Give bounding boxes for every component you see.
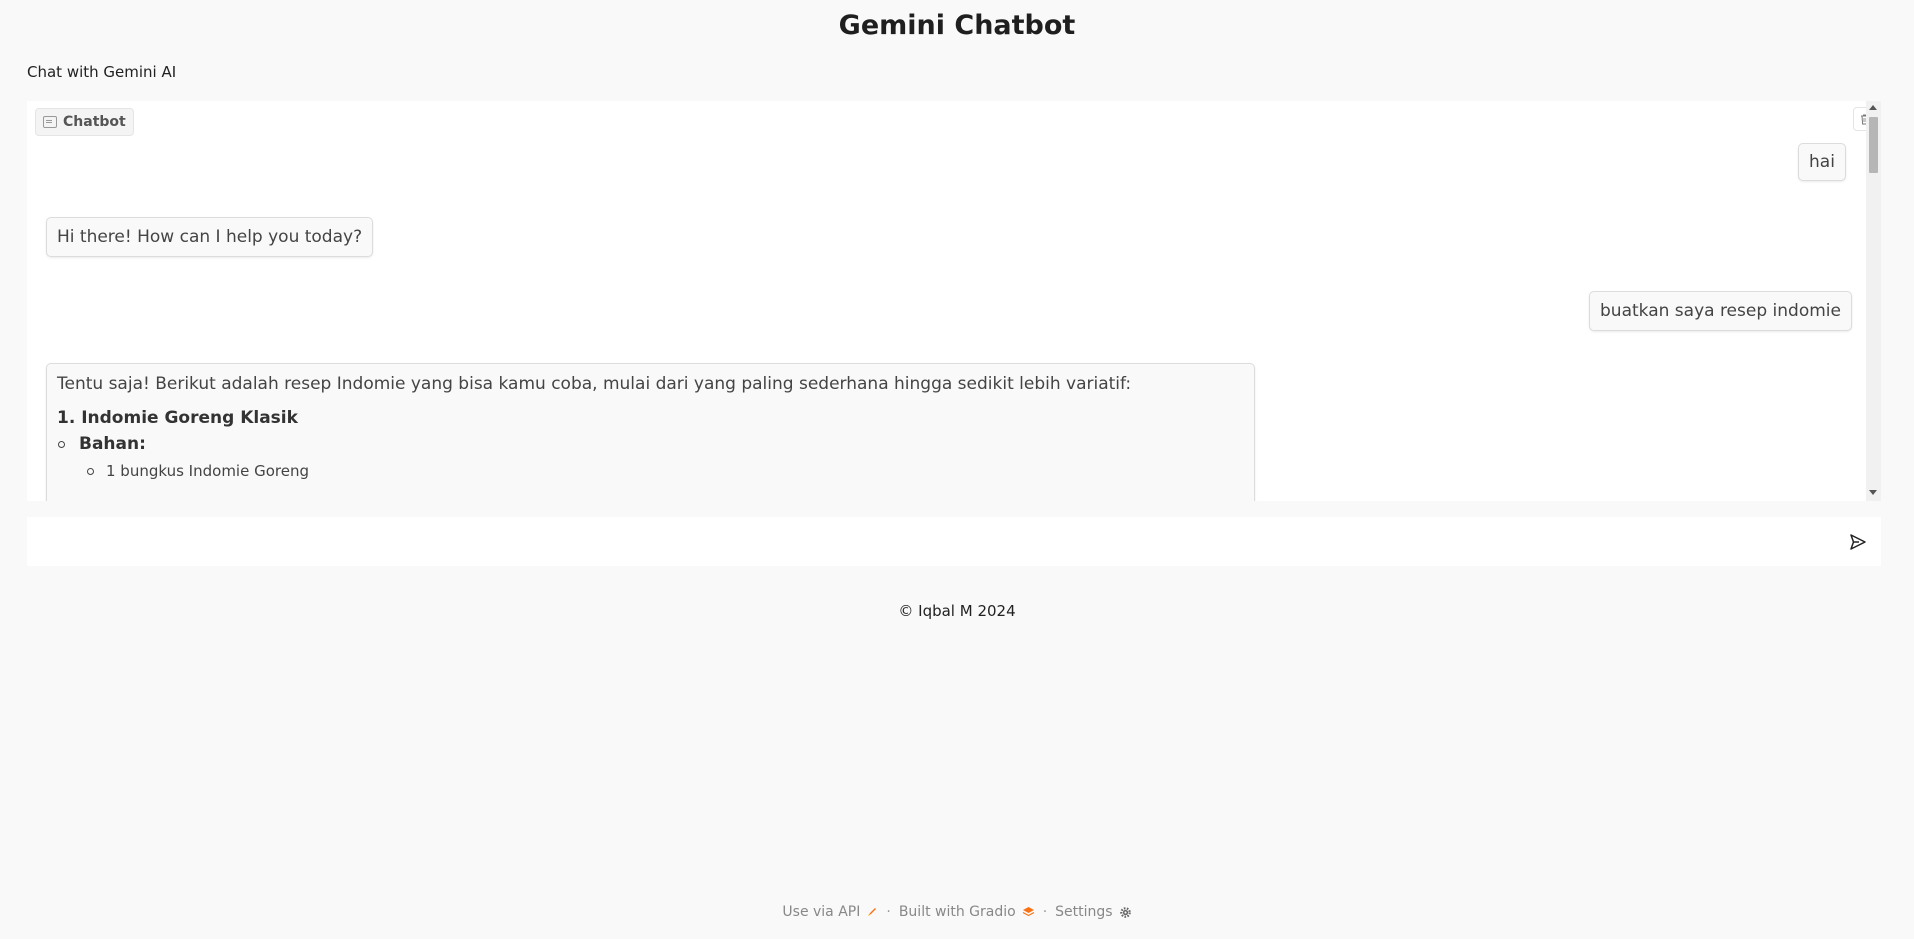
chat-scrollbar[interactable] bbox=[1866, 101, 1881, 501]
use-via-api-label: Use via API bbox=[782, 904, 861, 920]
message-input-row bbox=[27, 517, 1881, 566]
page: Gemini Chatbot Chat with Gemini AI Chatb… bbox=[0, 0, 1914, 939]
list-item: Bahan: bbox=[57, 434, 1244, 454]
chatbot-panel[interactable]: Chatbot hai Hi there! How can I help you… bbox=[27, 101, 1881, 501]
built-with-gradio-link[interactable]: Built with Gradio bbox=[899, 904, 1035, 920]
list-sub-item: 1 bungkus Indomie Goreng bbox=[57, 462, 1244, 480]
page-title: Gemini Chatbot bbox=[838, 10, 1076, 41]
footer: Use via API · Built with Gradio · Settin… bbox=[0, 904, 1914, 920]
scroll-thumb[interactable] bbox=[1869, 117, 1878, 173]
footer-separator: · bbox=[886, 904, 891, 920]
scroll-up-arrow[interactable] bbox=[1869, 105, 1877, 110]
rocket-icon bbox=[868, 908, 877, 916]
settings-label: Settings bbox=[1055, 904, 1113, 920]
gradio-logo-icon bbox=[1022, 907, 1034, 917]
chatbot-label: Chatbot bbox=[35, 108, 134, 136]
gear-icon bbox=[1119, 906, 1131, 918]
footer-separator: · bbox=[1042, 904, 1048, 920]
page-subtitle: Chat with Gemini AI bbox=[27, 63, 177, 81]
use-via-api-link[interactable]: Use via API bbox=[782, 904, 878, 920]
user-message: hai bbox=[1798, 143, 1846, 181]
bot-message: Hi there! How can I help you today? bbox=[46, 217, 374, 257]
send-icon[interactable] bbox=[1848, 532, 1868, 552]
message-input[interactable] bbox=[37, 526, 1821, 558]
copyright-text: © Iqbal M 2024 bbox=[898, 602, 1016, 620]
chat-icon bbox=[43, 116, 57, 128]
scroll-down-arrow[interactable] bbox=[1869, 490, 1877, 495]
built-with-gradio-label: Built with Gradio bbox=[898, 904, 1016, 920]
settings-link[interactable]: Settings bbox=[1055, 904, 1131, 920]
recipe-heading: 1. Indomie Goreng Klasik bbox=[57, 408, 298, 428]
user-message: buatkan saya resep indomie bbox=[1589, 291, 1852, 331]
bot-message: Tentu saja! Berikut adalah resep Indomie… bbox=[46, 363, 1255, 501]
chatbot-label-text: Chatbot bbox=[63, 114, 126, 130]
bot-message-intro: Tentu saja! Berikut adalah resep Indomie… bbox=[57, 374, 1132, 394]
